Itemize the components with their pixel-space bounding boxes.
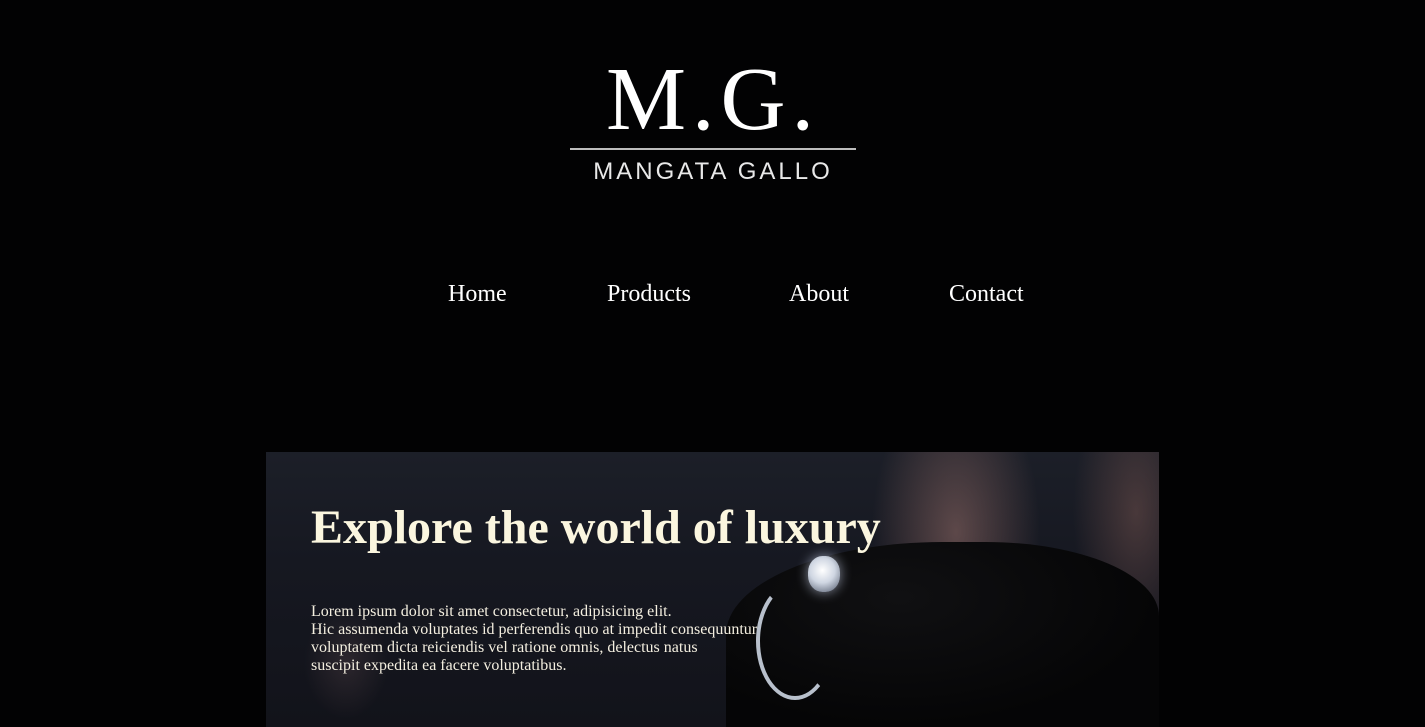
hero-banner: Explore the world of luxury Lorem ipsum … [266,452,1159,727]
brand-logo[interactable]: M.G. MANGATA GALLO [570,50,856,186]
nav-home[interactable]: Home [448,280,507,308]
nav-products[interactable]: Products [607,280,691,308]
hero-image-diamond [808,556,840,592]
hero-line: Hic assumenda voluptates id perferendis … [311,621,758,638]
logo-monogram: M.G. [605,50,821,149]
hero-line: Lorem ipsum dolor sit amet consectetur, … [311,603,672,620]
main-nav: Home Products About Contact [0,280,1425,310]
logo-brand-name: MANGATA GALLO [593,158,833,185]
nav-contact[interactable]: Contact [949,280,1024,308]
hero-line: voluptatem dicta reiciendis vel ratione … [311,639,698,656]
nav-about[interactable]: About [789,280,849,308]
hero-title: Explore the world of luxury [311,501,881,554]
hero-line: suscipit expedita ea facere voluptatibus… [311,657,567,674]
hero-description: Lorem ipsum dolor sit amet consectetur, … [311,603,781,675]
